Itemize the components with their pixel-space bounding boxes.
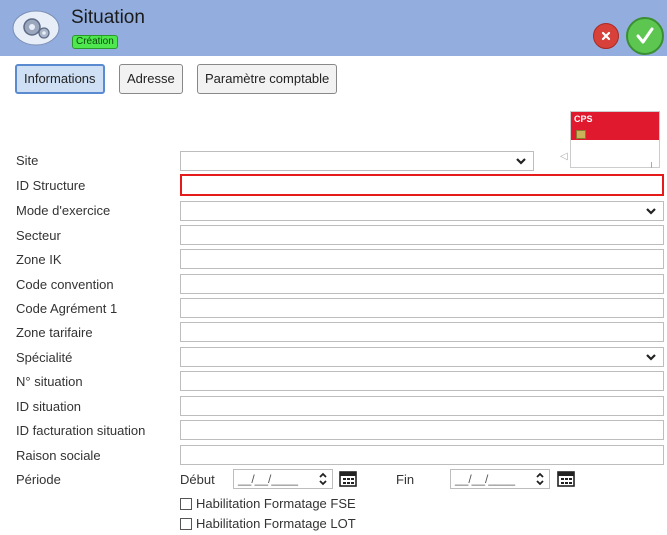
label-site: Site [16, 153, 39, 168]
raison-sociale-input[interactable] [180, 445, 664, 465]
cancel-button[interactable] [593, 23, 619, 49]
label-zone-ik: Zone IK [16, 252, 62, 267]
specialite-select[interactable] [180, 347, 664, 367]
tab-adresse[interactable]: Adresse [119, 64, 183, 94]
chevron-down-icon [516, 158, 526, 165]
label-code-agrement: Code Agrément 1 [16, 301, 118, 316]
zone-ik-input[interactable] [180, 249, 664, 269]
label-id-facturation-situation: ID facturation situation [16, 423, 146, 438]
label-id-structure: ID Structure [16, 178, 86, 193]
fin-date-value: __/__/____ [455, 472, 516, 486]
check-icon [636, 27, 654, 44]
habilitation-lot-checkbox[interactable] [180, 518, 192, 530]
secteur-input[interactable] [180, 225, 664, 245]
card-chip-icon [576, 130, 586, 139]
label-mode-exercice: Mode d'exercice [16, 203, 111, 218]
habilitation-lot-label: Habilitation Formatage LOT [196, 516, 356, 531]
label-code-convention: Code convention [16, 277, 114, 292]
id-situation-input[interactable] [180, 396, 664, 416]
settings-gears-icon [12, 10, 60, 46]
mode-exercice-select[interactable] [180, 201, 664, 221]
site-select[interactable] [180, 151, 534, 171]
zone-tarifaire-input[interactable] [180, 322, 664, 342]
label-raison-sociale: Raison sociale [16, 448, 101, 463]
mode-badge: Création [72, 35, 118, 49]
label-id-situation: ID situation [16, 399, 82, 414]
label-periode: Période [16, 472, 61, 487]
page-title: Situation [71, 7, 145, 28]
cps-card-image: CPS [570, 111, 660, 168]
cps-card-label: CPS [574, 114, 593, 124]
label-zone-tarifaire: Zone tarifaire [16, 325, 93, 340]
label-debut: Début [180, 472, 215, 487]
fin-date-input[interactable]: __/__/____ [450, 469, 550, 489]
calendar-icon[interactable] [338, 470, 358, 488]
code-convention-input[interactable] [180, 274, 664, 294]
label-fin: Fin [396, 472, 415, 487]
code-agrement-input[interactable] [180, 298, 664, 318]
calendar-icon[interactable] [556, 470, 576, 488]
close-icon [601, 31, 611, 41]
debut-date-value: __/__/____ [238, 472, 299, 486]
card-scroll-marker [651, 162, 652, 168]
debut-date-input[interactable]: __/__/____ [233, 469, 333, 489]
label-specialite: Spécialité [16, 350, 73, 365]
habilitation-fse-label: Habilitation Formatage FSE [196, 496, 356, 511]
label-secteur: Secteur [16, 228, 61, 243]
id-structure-input[interactable] [180, 174, 664, 196]
tab-parametre-comptable[interactable]: Paramètre comptable [197, 64, 338, 94]
spin-arrows-icon[interactable] [318, 472, 328, 486]
label-numero-situation: N° situation [16, 374, 83, 389]
id-facturation-situation-input[interactable] [180, 420, 664, 440]
habilitation-fse-checkbox[interactable] [180, 498, 192, 510]
spin-arrows-icon[interactable] [535, 472, 545, 486]
chevron-down-icon [646, 208, 656, 215]
card-scroll-left-icon[interactable]: ◁ [560, 151, 568, 162]
numero-situation-input[interactable] [180, 371, 664, 391]
chevron-down-icon [646, 354, 656, 361]
tab-informations[interactable]: Informations [15, 64, 105, 94]
validate-button[interactable] [626, 17, 664, 55]
window-header: Situation Création [0, 0, 667, 56]
